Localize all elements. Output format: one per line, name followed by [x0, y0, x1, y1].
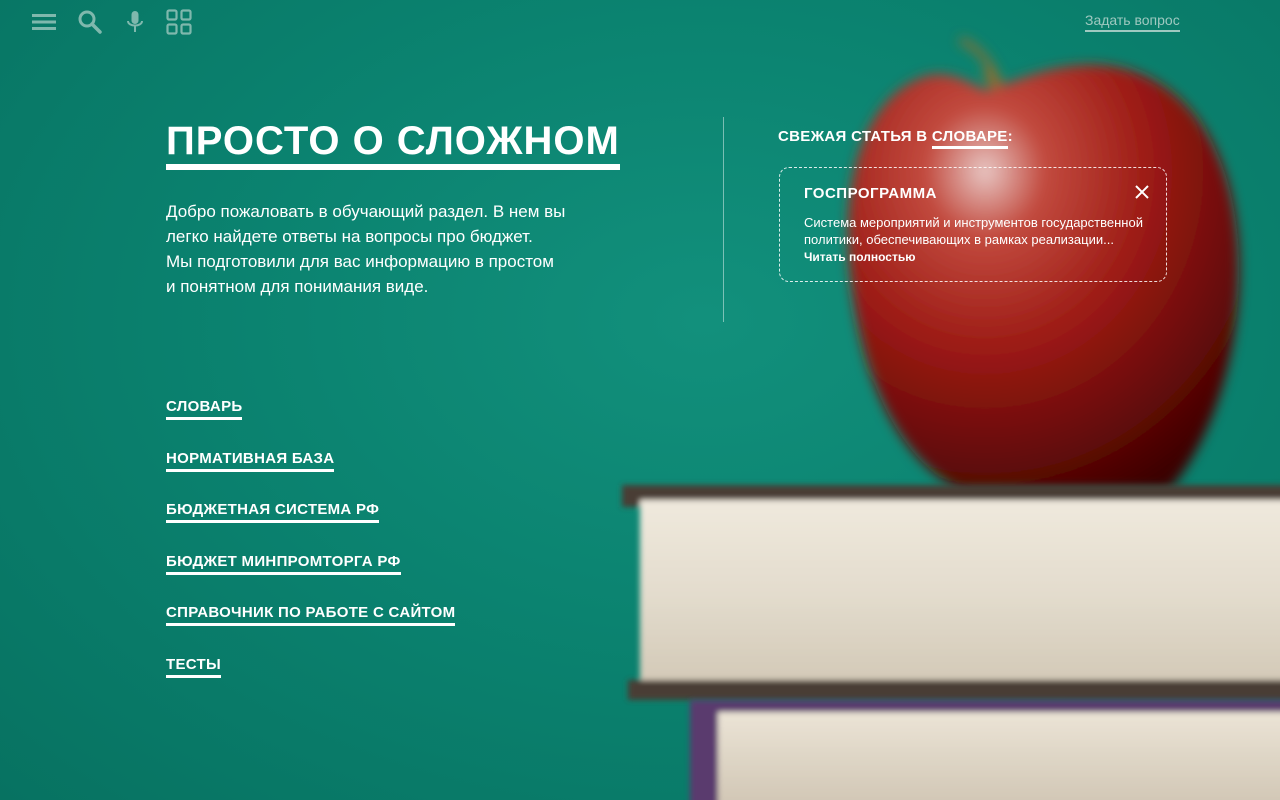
grid-icon[interactable] [166, 9, 192, 35]
fresh-heading-suffix: : [1007, 128, 1013, 145]
section-nav: СЛОВАРЬ НОРМАТИВНАЯ БАЗА БЮДЖЕТНАЯ СИСТЕ… [166, 398, 456, 708]
nav-item-normative-base[interactable]: НОРМАТИВНАЯ БАЗА [166, 450, 335, 472]
ask-question-link[interactable]: Задать вопрос [1085, 12, 1180, 32]
intro-line: легко найдете ответы на вопросы про бюдж… [166, 227, 533, 246]
microphone-icon[interactable] [122, 9, 148, 35]
excerpt-line: политики, обеспечивающих в рамках реализ… [804, 232, 1114, 247]
intro-text: Добро пожаловать в обучающий раздел. В н… [166, 199, 596, 299]
fresh-heading-prefix: СВЕЖАЯ СТАТЬЯ В [778, 128, 932, 145]
menu-icon[interactable] [31, 9, 57, 35]
article-excerpt: Система мероприятий и инструментов госуд… [804, 214, 1166, 248]
fresh-article-heading: СВЕЖАЯ СТАТЬЯ В СЛОВАРЕ: [778, 128, 1013, 149]
intro-line: Мы подготовили для вас информацию в прос… [166, 252, 554, 271]
top-bar: Задать вопрос [0, 0, 1280, 44]
intro-line: и понятном для понимания виде. [166, 277, 429, 296]
page-title: ПРОСТО О СЛОЖНОМ [166, 118, 620, 170]
nav-item-tests[interactable]: ТЕСТЫ [166, 656, 221, 678]
column-divider [723, 117, 724, 322]
excerpt-line: Система мероприятий и инструментов госуд… [804, 215, 1143, 230]
article-title: ГОСПРОГРАММА [804, 185, 937, 202]
close-icon[interactable] [1132, 182, 1152, 202]
dictionary-link[interactable]: СЛОВАРЕ [931, 128, 1008, 149]
nav-item-dictionary[interactable]: СЛОВАРЬ [166, 398, 243, 420]
read-more-link[interactable]: Читать полностью [804, 250, 915, 264]
fresh-article-card: ГОСПРОГРАММА Система мероприятий и инстр… [779, 167, 1167, 282]
nav-item-minpromtorg-budget[interactable]: БЮДЖЕТ МИНПРОМТОРГА РФ [166, 553, 401, 575]
search-icon[interactable] [77, 9, 103, 35]
nav-item-site-guide[interactable]: СПРАВОЧНИК ПО РАБОТЕ С САЙТОМ [166, 604, 456, 627]
nav-item-budget-system[interactable]: БЮДЖЕТНАЯ СИСТЕМА РФ [166, 501, 380, 524]
intro-line: Добро пожаловать в обучающий раздел. В н… [166, 202, 566, 221]
